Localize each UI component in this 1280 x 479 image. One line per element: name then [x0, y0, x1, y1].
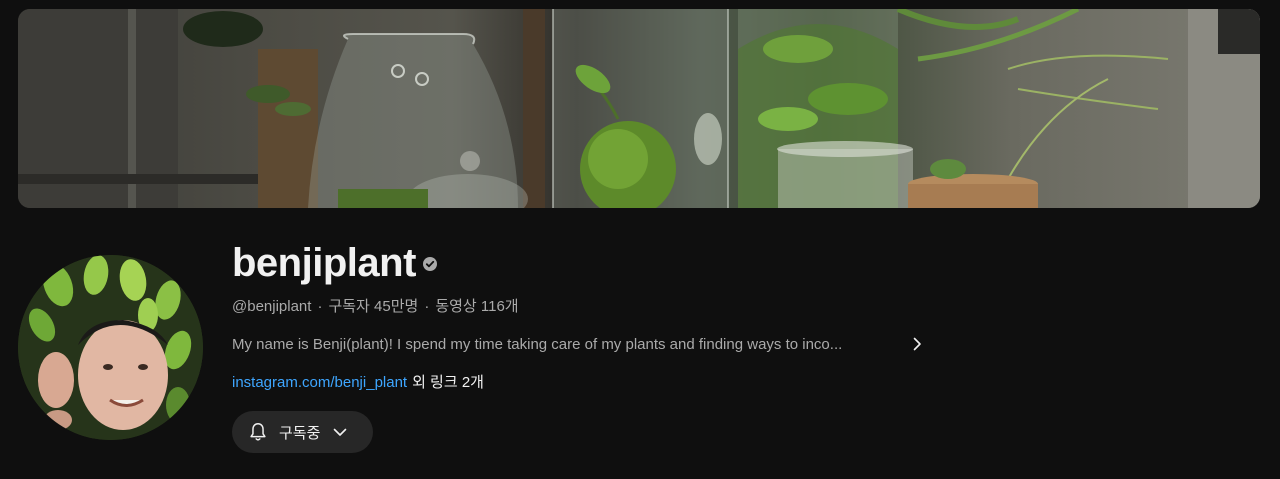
channel-info: benjiplant @benjiplant · 구독자 45만명 · 동영상 …	[232, 238, 1232, 453]
channel-banner	[18, 9, 1260, 208]
channel-handle: @benjiplant	[232, 298, 312, 315]
subscribed-button[interactable]: 구독중	[232, 411, 373, 453]
chevron-right-icon[interactable]	[909, 336, 925, 352]
more-links[interactable]: 외 링크 2개	[412, 372, 484, 394]
subscriber-count: 구독자 45만명	[328, 298, 419, 315]
channel-avatar[interactable]	[18, 255, 203, 440]
video-count: 동영상 116개	[435, 298, 519, 315]
channel-links: instagram.com/benji_plant 외 링크 2개	[232, 372, 1232, 394]
meta-separator: ·	[424, 298, 430, 315]
channel-title-row: benjiplant	[232, 238, 1232, 288]
channel-meta: @benjiplant · 구독자 45만명 · 동영상 116개	[232, 296, 1232, 318]
avatar-image	[18, 255, 203, 440]
channel-page: benjiplant @benjiplant · 구독자 45만명 · 동영상 …	[0, 0, 1280, 479]
channel-name: benjiplant	[232, 241, 416, 285]
instagram-link[interactable]: instagram.com/benji_plant	[232, 372, 407, 394]
chevron-down-icon	[334, 428, 347, 436]
description-text: My name is Benji(plant)! I spend my time…	[232, 335, 843, 353]
verified-check-icon	[422, 257, 437, 271]
channel-description[interactable]: My name is Benji(plant)! I spend my time…	[232, 332, 1232, 356]
meta-separator: ·	[317, 298, 323, 315]
subscribe-label: 구독중	[279, 424, 321, 442]
banner-image	[18, 9, 1260, 208]
bell-icon	[250, 423, 266, 441]
